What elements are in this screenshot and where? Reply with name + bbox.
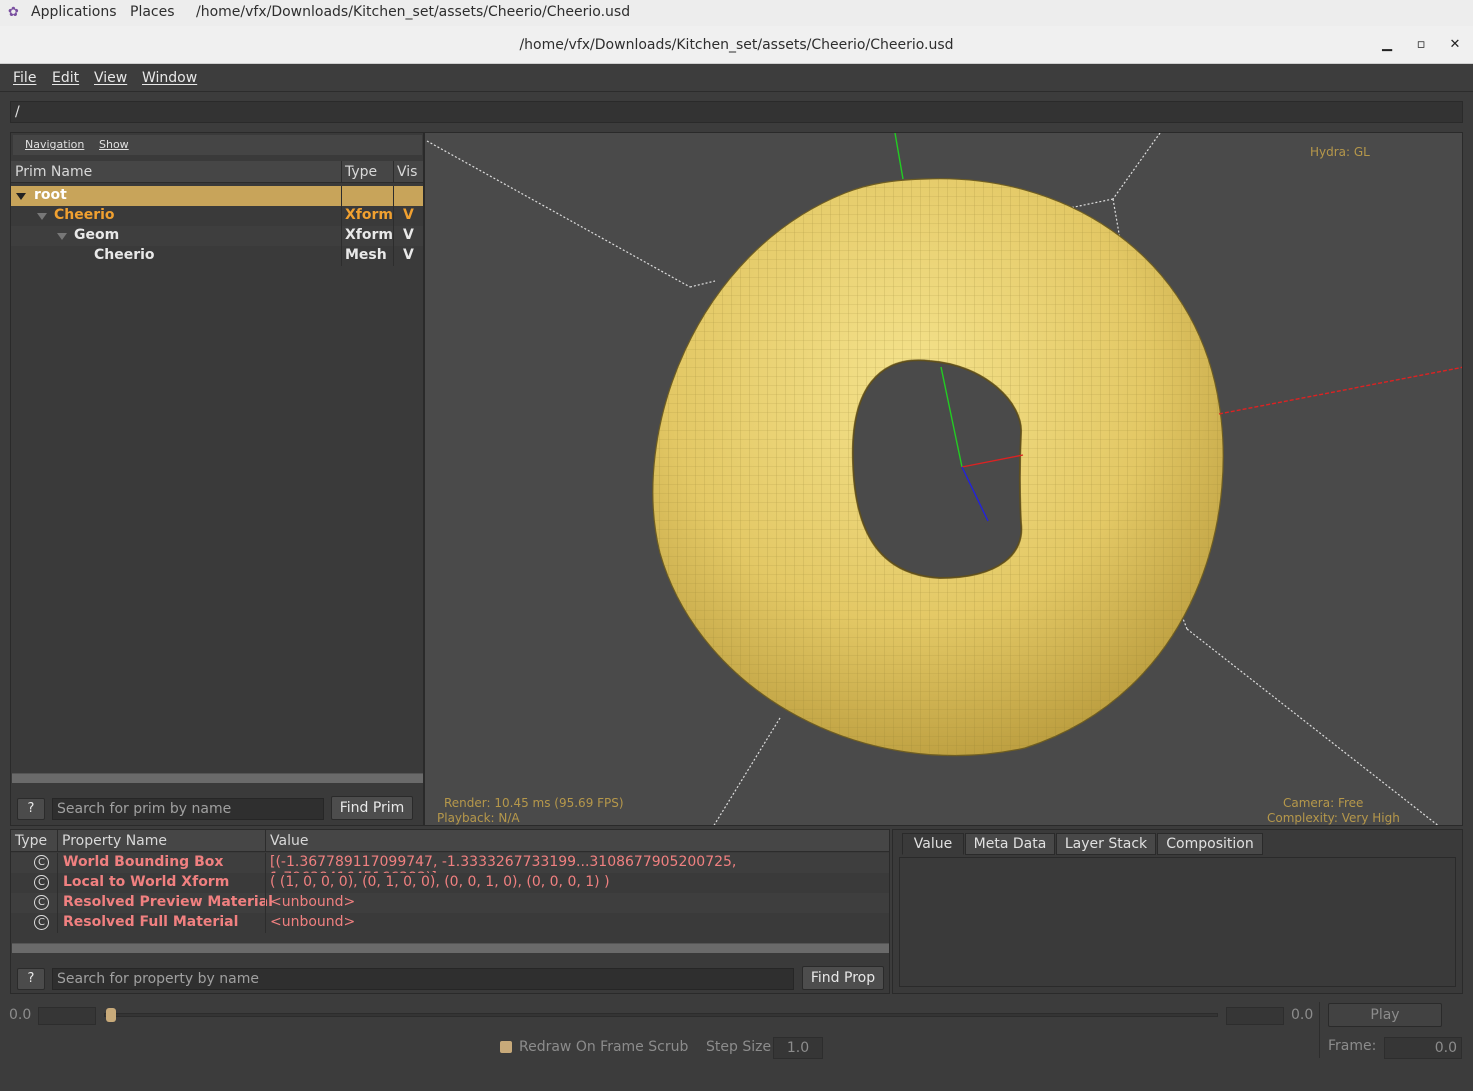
computed-property-icon: C [34,855,49,870]
prim-row-geom[interactable]: Geom Xform V [11,226,423,246]
frame-label: Frame: [1328,1038,1377,1054]
property-help-button[interactable]: ? [17,968,45,990]
play-button[interactable]: Play [1328,1003,1442,1027]
tab-value[interactable]: Value [902,833,964,855]
property-row[interactable]: C World Bounding Box [(-1.36778911709974… [11,853,889,886]
prim-vis[interactable]: V [403,227,414,243]
expand-arrow-icon[interactable] [37,213,47,220]
prim-row-cheerio[interactable]: Cheerio Xform V [11,206,423,226]
applications-menu[interactable]: Applications [31,4,117,20]
close-icon[interactable]: ✕ [1446,36,1464,54]
camera-status: Camera: Free [1283,796,1364,810]
end-frame-label: 0.0 [1291,1007,1314,1023]
prim-row-root[interactable]: root [11,186,423,206]
redraw-label: Redraw On Frame Scrub [519,1039,689,1055]
prim-vis[interactable]: V [403,207,414,223]
render-stats: Render: 10.45 ms (95.69 FPS) [444,796,624,810]
prim-name: root [34,187,67,203]
tab-meta-data[interactable]: Meta Data [965,833,1055,855]
active-window-label[interactable]: /home/vfx/Downloads/Kitchen_set/assets/C… [196,4,630,20]
redraw-checkbox[interactable] [500,1041,512,1053]
minimize-icon[interactable]: ▁ [1378,36,1396,54]
column-property-name[interactable]: Property Name [62,833,167,849]
property-row[interactable]: C Resolved Full Material <unbound> [11,913,889,933]
property-value: <unbound> [270,914,356,930]
menu-file[interactable]: File [13,70,36,86]
start-frame-label: 0.0 [9,1007,32,1023]
end-frame-field[interactable] [1226,1007,1284,1025]
menu-bar: File Edit View Window [0,65,1473,92]
prim-row-cheerio-mesh[interactable]: Cheerio Mesh V [11,246,423,266]
tab-layer-stack[interactable]: Layer Stack [1056,833,1156,855]
inspector-content [899,857,1456,987]
prim-tree-panel: Navigation Show Prim Name Type Vis root … [10,132,424,826]
playback-status: Playback: N/A [437,811,520,825]
expand-arrow-icon[interactable] [16,193,26,200]
column-prim-name[interactable]: Prim Name [15,164,92,180]
prim-type: Xform [345,227,393,243]
inspector-tab-panel: Value Meta Data Layer Stack Composition [892,829,1463,994]
property-panel: Type Property Name Value C World Boundin… [10,829,890,994]
system-top-bar: ✿ Applications Places /home/vfx/Download… [0,0,1473,26]
computed-property-icon: C [34,875,49,890]
tab-composition[interactable]: Composition [1157,833,1263,855]
property-search-input[interactable]: Search for property by name [52,968,794,990]
property-name: Resolved Full Material [63,914,239,930]
prim-type: Xform [345,207,393,223]
computed-property-icon: C [34,895,49,910]
property-value: <unbound> [270,894,356,910]
computed-property-icon: C [34,915,49,930]
column-value[interactable]: Value [270,833,308,849]
prim-type: Mesh [345,247,387,263]
prim-vis[interactable]: V [403,247,414,263]
timeline-bar: 0.0 0.0 Play Redraw On Frame Scrub Step … [0,996,1473,1091]
find-prim-button[interactable]: Find Prim [331,796,413,820]
property-table-scrollbar[interactable] [12,943,889,953]
menu-edit[interactable]: Edit [52,70,79,86]
property-table-header: Type Property Name Value [11,830,889,852]
renderer-label: Hydra: GL [1310,145,1370,159]
step-size-label: Step Size [706,1039,772,1055]
prim-tree-header: Prim Name Type Vis [11,161,423,183]
column-type[interactable]: Type [15,833,47,849]
gnome-foot-icon[interactable]: ✿ [8,5,19,20]
prim-panel-toolbar: Navigation Show [13,135,422,155]
frame-slider-handle[interactable] [106,1008,116,1022]
prim-help-button[interactable]: ? [17,798,45,820]
complexity-status: Complexity: Very High [1267,811,1400,825]
frame-slider-track[interactable] [104,1013,1218,1017]
property-name: Local to World Xform [63,874,230,890]
frame-field[interactable]: 0.0 [1384,1037,1462,1059]
prim-search-input[interactable]: Search for prim by name [52,798,324,820]
prim-name: Cheerio [54,207,115,223]
maximize-icon[interactable]: ▫ [1412,36,1430,54]
column-type[interactable]: Type [345,164,377,180]
prim-tree-scrollbar[interactable] [12,773,423,783]
column-vis[interactable]: Vis [397,164,417,180]
menu-view[interactable]: View [94,70,127,86]
prim-name: Cheerio [94,247,155,263]
prim-path-field[interactable]: / [10,101,1463,123]
property-name: Resolved Preview Material [63,894,273,910]
window-title-bar: /home/vfx/Downloads/Kitchen_set/assets/C… [0,26,1473,64]
viewport-scene[interactable] [425,133,1463,826]
step-size-field[interactable]: 1.0 [773,1037,823,1059]
show-menu[interactable]: Show [99,138,129,151]
prim-name: Geom [74,227,120,243]
menu-window[interactable]: Window [142,70,197,86]
navigation-menu[interactable]: Navigation [25,138,84,151]
property-value: ( (1, 0, 0, 0), (0, 1, 0, 0), (0, 0, 1, … [270,874,610,890]
property-name: World Bounding Box [63,854,224,870]
3d-viewport[interactable]: Hydra: GL Render: 10.45 ms (95.69 FPS) P… [424,132,1463,826]
find-prop-button[interactable]: Find Prop [802,966,884,990]
window-title: /home/vfx/Downloads/Kitchen_set/assets/C… [519,37,954,53]
expand-arrow-icon[interactable] [57,233,67,240]
property-row[interactable]: C Local to World Xform ( (1, 0, 0, 0), (… [11,873,889,893]
separator [1319,1002,1320,1058]
places-menu[interactable]: Places [130,4,175,20]
property-row[interactable]: C Resolved Preview Material <unbound> [11,893,889,913]
start-frame-field[interactable] [38,1007,96,1025]
